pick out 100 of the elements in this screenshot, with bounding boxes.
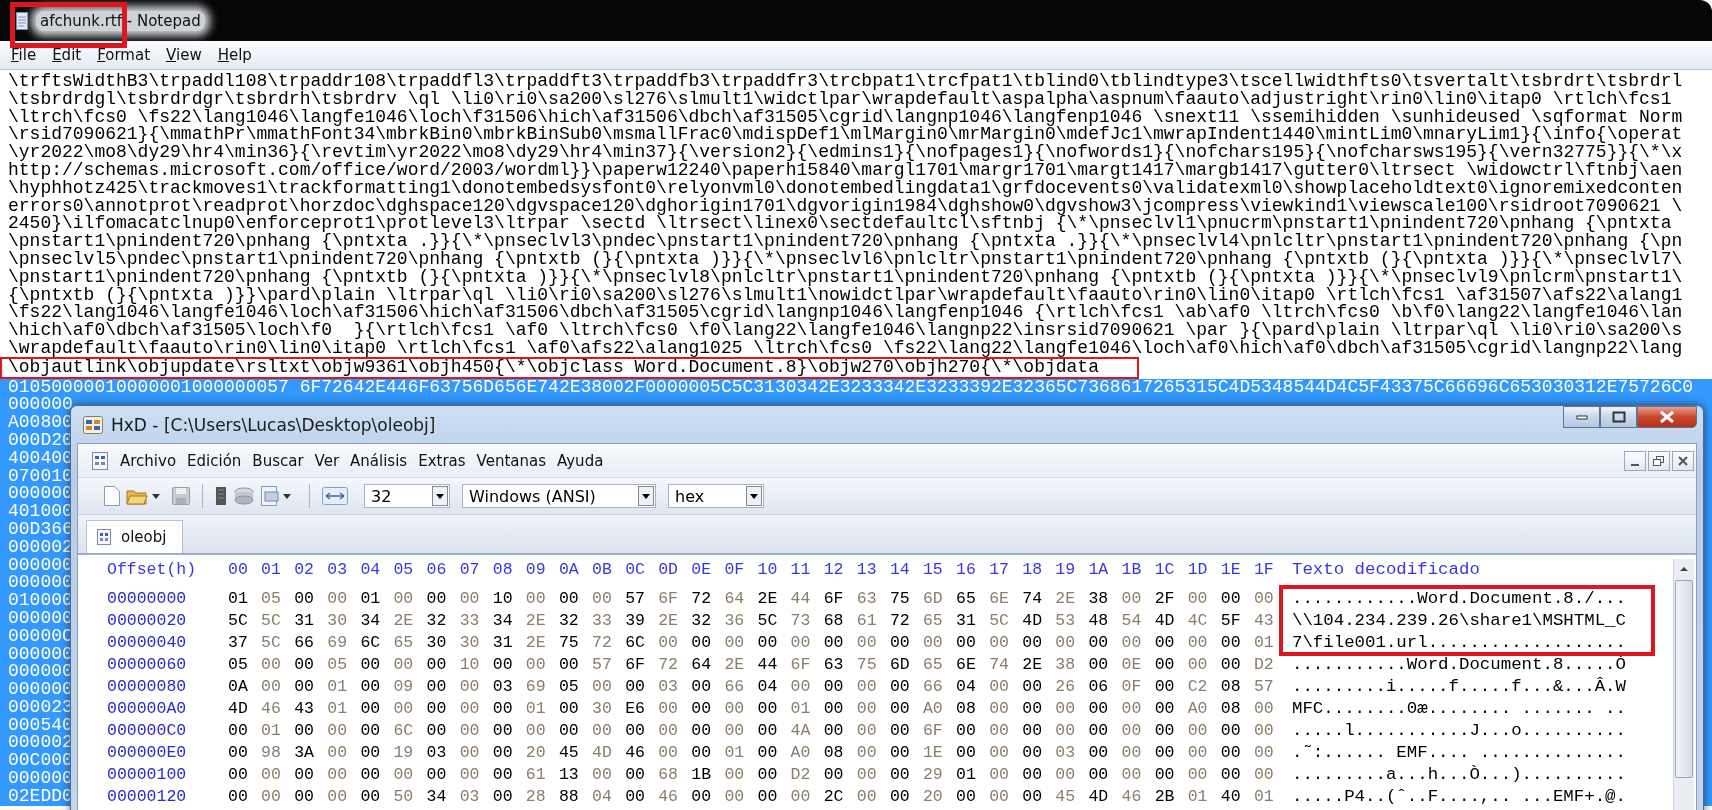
byte-cell-text: 5C [989, 612, 1010, 630]
byte-cell-text: 6F [658, 590, 680, 608]
close-button[interactable] [1672, 450, 1694, 471]
menu-item[interactable]: Ayuda [557, 451, 604, 470]
menu-item[interactable]: Edición [187, 451, 242, 470]
byte-cell-text: 01 [360, 590, 382, 608]
byte-cell-text: 2E [1055, 590, 1077, 608]
minimize-button[interactable] [1624, 450, 1646, 471]
arrows-icon[interactable] [322, 487, 348, 505]
menu-item[interactable]: Análisis [350, 451, 408, 470]
offset-cell-text: 00000120 [107, 788, 188, 806]
text-line: errors0\annotprot\readprot\horzdoc\dghspace120\dgvspace120\dghorigin1701\dgvorigin1984\dghshow0\dgvshow3\jcompress\viewkind1\viewscale100\rsidroot7090621 \ [8, 197, 1683, 216]
byte-cell-text: 08 [956, 700, 977, 718]
byte-cell-text: 00 [294, 590, 315, 608]
menu-item[interactable]: Extras [418, 451, 466, 470]
byte-cell-text: 00 [625, 788, 646, 806]
scroll-thumb[interactable] [1675, 580, 1693, 778]
byte-cell-text: 48 [1088, 612, 1110, 630]
window-title: HxD - [C:\Users\Lucas\Desktop\oleobj] [111, 414, 436, 435]
byte-cell-text: 00 [360, 700, 382, 718]
byte-cell-text: 00 [327, 788, 349, 806]
byte-cell-text: 43 [294, 700, 315, 718]
menu-item[interactable]: Ventanas [476, 451, 546, 470]
byte-cell-text: 2E [757, 590, 779, 608]
file-tab[interactable]: oleobj [86, 520, 184, 553]
dropdown[interactable]: hex [668, 484, 764, 508]
byte-cell-text: 00 [1220, 590, 1242, 608]
byte-cell-text: 28 [525, 788, 547, 806]
text-line: \pnseclvl5\pndec\pnstart1\pnindent720\pnhang {\pntxtb (}{\pntxta )}}{\*\pnseclvl6\pnlcltr\pnstart1\pnindent720\pnhang {\pntxtb (}{\pntxta )}}{\*\pnseclvl7\ [8, 250, 1683, 269]
restore-button[interactable] [1648, 450, 1670, 471]
text-line: \hich\af0\dbch\af31505\loch\f0 }{\rtlch\fcs1 \af0 \ltrch\fcs0 \f0\lang22\langfe1046\langnp22\insrsid7090621 \par }{\pard\plain \ltrpar\ql \li0\ri0\sa200\s [8, 322, 1683, 340]
menu-item[interactable]: Buscar [252, 451, 304, 470]
tab-label: oleobj [121, 528, 167, 546]
menu-item[interactable]: Format [92, 46, 156, 64]
dropdown[interactable]: Windows (ANSI) [462, 484, 656, 508]
byte-cell-text: 00 [228, 788, 249, 806]
byte-cell-text: 45 [1055, 788, 1077, 806]
caret-icon[interactable] [746, 486, 762, 506]
byte-cell-text: 00 [724, 700, 746, 718]
text-line: \pnstart1\pnindent720\pnhang {\pntxtb (}{\pntxta )}}{\*\pnseclvl8\pnlcltr\pnstart1\pnindent720\pnhang {\pntxtb (}{\pntxta )}}{\*\pnseclvl9\pnlcrm\pnstart1\ [8, 268, 1683, 287]
menu-item[interactable]: View [161, 46, 207, 64]
document-icon[interactable] [92, 451, 108, 470]
byte-cell-text: 00 [1154, 700, 1176, 718]
byte-cell-text: 4D [228, 700, 249, 718]
byte-cell-text: 00 [492, 788, 514, 806]
byte-cell-text: 64 [724, 590, 746, 608]
caret-icon[interactable] [283, 493, 291, 499]
byte-cell-text: 2E [658, 612, 680, 630]
caret-icon[interactable] [152, 493, 160, 499]
byte-cell-text: 00 [956, 788, 977, 806]
caret-icon[interactable] [432, 486, 448, 506]
byte-cell-text: 73 [790, 612, 812, 630]
byte-cell-text: 00 [658, 700, 680, 718]
text-line: \rsid7090621}{\mmathPr\mmathFont34\mbrkBin0\mbrkBinSub0\msmallFrac0\mdispDef1\mlMargin0\mrMargin0\mdefJc1\mwrapIndent1440\mintLim0\mnaryLim1}{\info{\operat [8, 126, 1683, 145]
byte-cell-text: 5C [228, 612, 249, 630]
byte-cell-text: 00 [426, 590, 448, 608]
menu-item[interactable]: Ver [314, 451, 340, 470]
byte-cell-text: A0 [1187, 700, 1209, 718]
byte-cell-text: 32 [558, 612, 580, 630]
text-line: \tsbrdrdgl\tsbrdrdgr\tsbrdrh\tsbrdrv \ql \li0\ri0\sa200\sl276\slmult1\widctlpar\wrapdefault\aspalpha\aspnum\faauto\adjustright\rin0\lin0\itap0 \rtlch\fcs1 [8, 90, 1672, 109]
byte-cell-text: 4D [1154, 612, 1176, 630]
byte-cell-text: 6F [823, 590, 845, 608]
memory-chip-icon[interactable] [215, 486, 227, 506]
byte-cell-text: 00 [790, 788, 812, 806]
dropdown[interactable]: 32 [364, 484, 450, 508]
byte-cell-text: 00 [261, 788, 282, 806]
menu-item[interactable]: Edit [47, 46, 87, 64]
byte-cell-text: 00 [1088, 700, 1110, 718]
byte-cell-text: 5C [757, 612, 779, 630]
menu-item[interactable]: File [6, 46, 42, 64]
new-file-icon[interactable] [104, 486, 120, 506]
menu-item[interactable]: Help [212, 46, 257, 64]
maximize-button[interactable] [1600, 406, 1637, 428]
byte-cell-text: 31 [956, 612, 977, 630]
byte-cell-text: 01 [1187, 788, 1209, 806]
byte-cell-text: 00 [823, 700, 845, 718]
text-line: {\pntxtb (}{\pntxta )}}\pard\plain \ltrpar\ql \li0\ri0\sa200\sl276\slmult1\nowidctlpar\wrapdefault\faauto\rin0\lin0\itap0 \rtlch\fcs1 \af31507\afs22\alang1 [8, 286, 1683, 305]
byte-cell-text: 05 [261, 590, 282, 608]
decoded-text: \\104.234.239.26\share1\MSHTML_C [1292, 612, 1626, 630]
text-line: http://schemas.microsoft.com/office/word/2003/wordml}}\paperw12240\paperh15840\margl1701\margr1701\margt1417\margb1417\gutter0\ltrsect \widowctrl\ftnbj\aen [8, 162, 1683, 180]
menu-item[interactable]: Archivo [120, 451, 177, 470]
close-button[interactable] [1637, 406, 1697, 428]
byte-cell-text: 31 [294, 612, 315, 630]
byte-cell-text: 5F [1220, 612, 1242, 630]
offset-cell-text: 00000000 [107, 590, 188, 608]
minimize-button[interactable] [1563, 406, 1600, 428]
byte-cell-text: 00 [592, 590, 613, 608]
byte-cell-text: 01 [1253, 788, 1275, 806]
decoded-text: .....P4..(ˆ..F....,.. ...EMF+.@. [1292, 788, 1626, 806]
byte-cell-text: 30 [592, 700, 613, 718]
byte-cell-text: 53 [1055, 612, 1077, 630]
caret-icon[interactable] [638, 486, 654, 506]
byte-cell-text: 63 [856, 590, 878, 608]
byte-cell-text: 01 [525, 700, 547, 718]
byte-cell-text: 00 [989, 788, 1010, 806]
byte-cell-text: 01 [228, 590, 249, 608]
byte-cell-text: 00 [558, 590, 580, 608]
byte-cell-text: 33 [592, 612, 613, 630]
scrollbar[interactable] [1673, 559, 1694, 810]
byte-cell-text: 00 [459, 700, 481, 718]
